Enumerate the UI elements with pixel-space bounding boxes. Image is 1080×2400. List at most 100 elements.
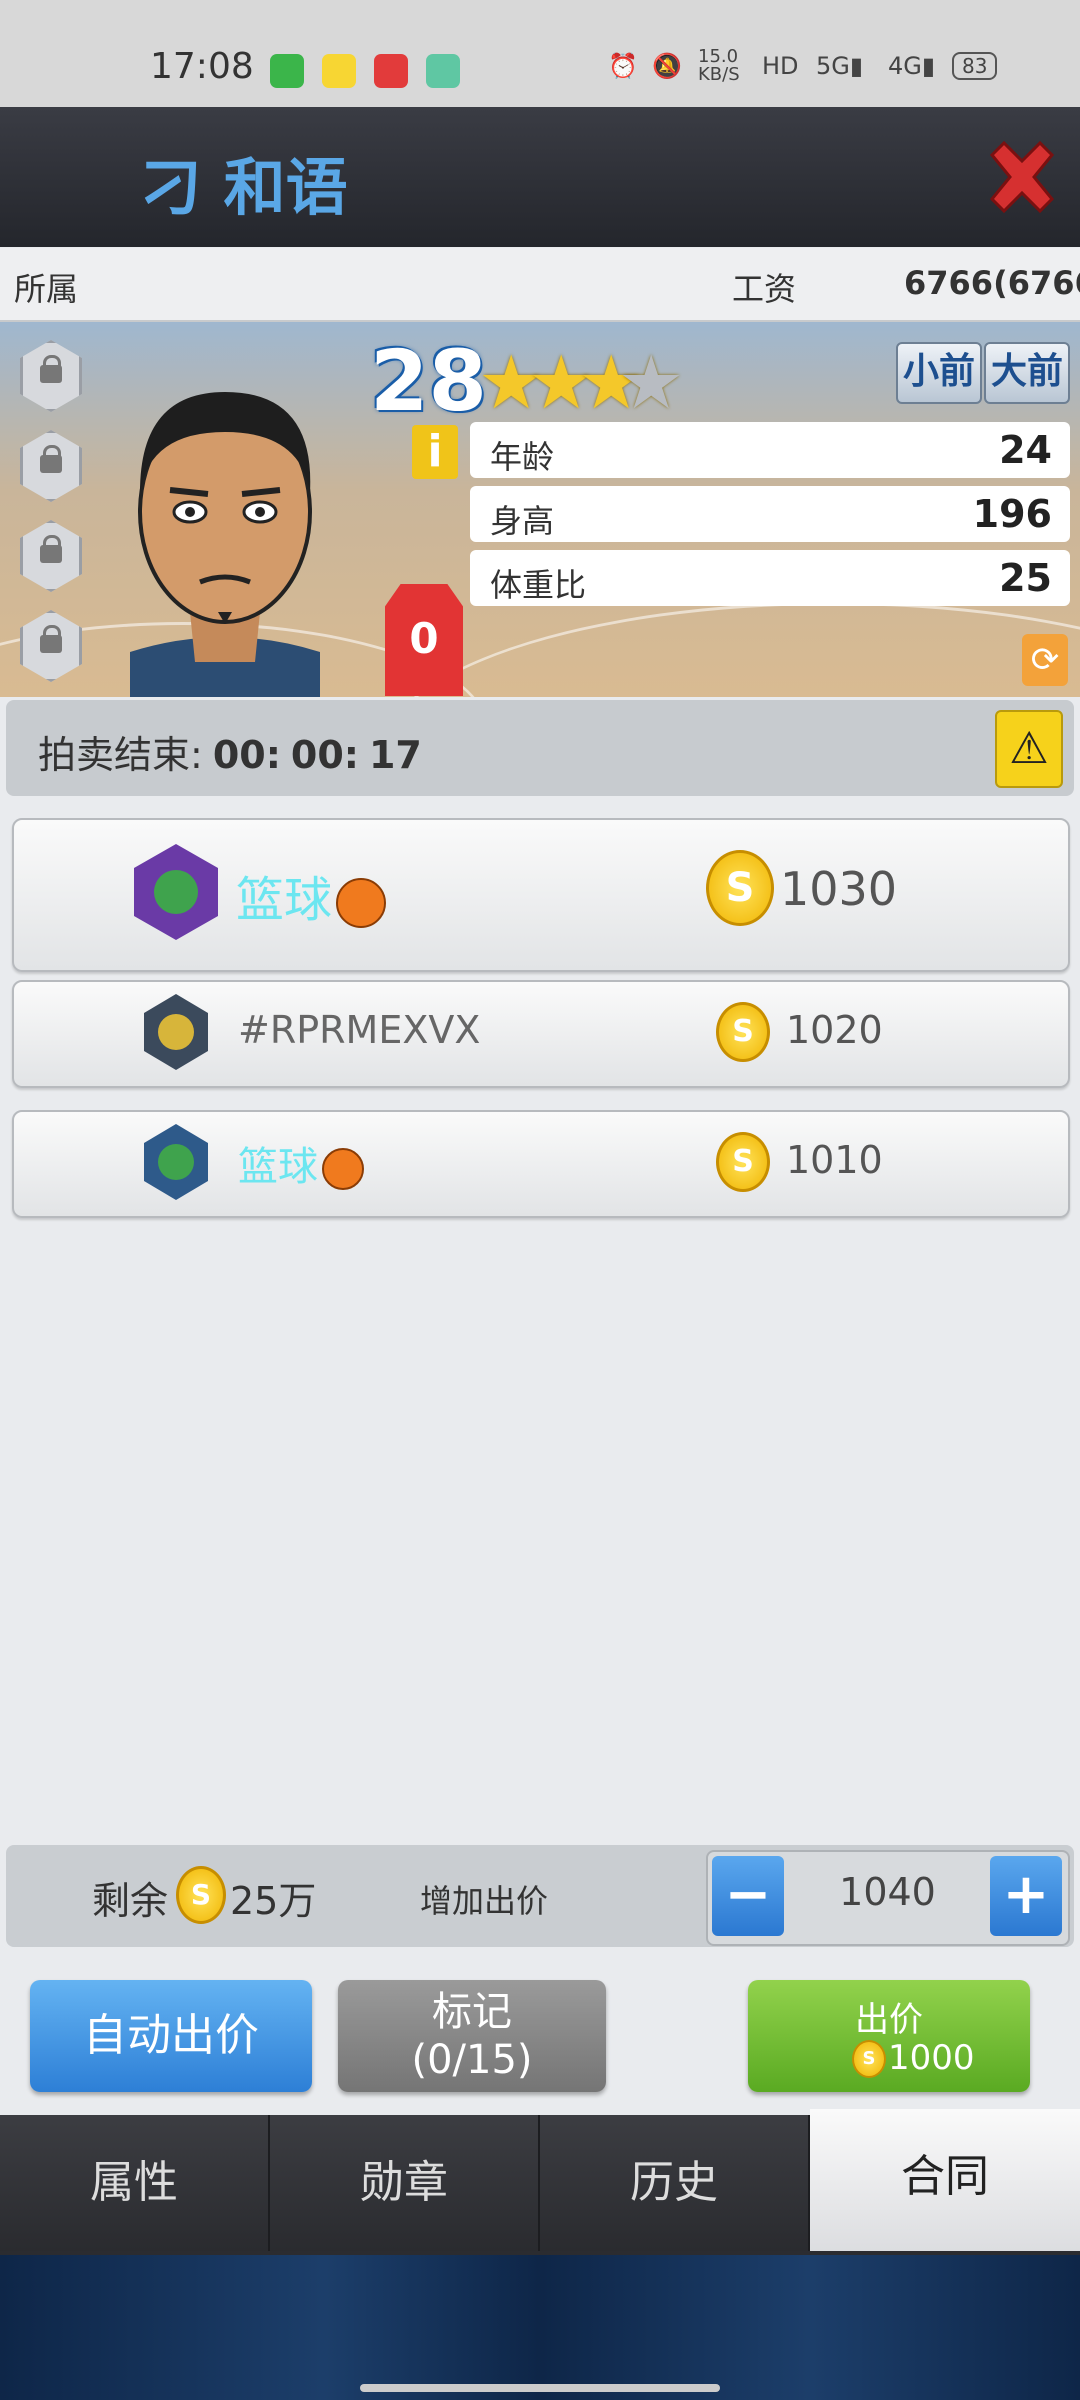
tab-attributes[interactable]: 属性 xyxy=(0,2115,270,2251)
info-row: 所属 工资 6766(6766) xyxy=(0,248,1080,322)
bid-row: 篮球 S 1010 xyxy=(12,1110,1070,1218)
netease-music-icon xyxy=(374,54,408,88)
player-card: 28 ★ ★ ★ ★ 小前 大前 i 年龄 24 身高 196 体重比 25 0… xyxy=(0,322,1080,697)
stat-height: 身高 196 xyxy=(470,486,1070,542)
jersey-number: 0 xyxy=(409,614,439,663)
bidder-name-text: 篮球 xyxy=(238,1144,318,1190)
tab-medals[interactable]: 勋章 xyxy=(270,2115,540,2251)
auction-hours: 00: xyxy=(212,733,281,777)
player-name: 刁 和语 xyxy=(140,151,348,224)
basketball-icon xyxy=(322,1148,364,1190)
lock-icon xyxy=(40,365,62,383)
coin-icon: S xyxy=(716,1132,770,1192)
hd-label: HD xyxy=(762,52,799,80)
4g-label: 4G xyxy=(888,52,922,80)
lock-icon xyxy=(40,455,62,473)
player-portrait xyxy=(130,392,320,697)
mark-label: 标记 xyxy=(432,1989,512,2035)
auction-seconds: 17 xyxy=(368,733,422,777)
team-badge-icon xyxy=(134,844,218,940)
stat-age: 年龄 24 xyxy=(470,422,1070,478)
bidder-name: #RPRMEXVX xyxy=(238,1008,481,1052)
tab-history[interactable]: 历史 xyxy=(540,2115,810,2251)
mark-button[interactable]: 标记 (0/15) xyxy=(338,1980,606,2092)
half-star-icon: ★ xyxy=(618,340,685,426)
close-icon[interactable] xyxy=(982,137,1062,217)
auction-end-text: 拍卖结束: 00: 00: 17 xyxy=(38,724,422,779)
net-speed: 15.0 KB/S xyxy=(698,46,740,85)
5g-label: 5G xyxy=(816,52,850,80)
bidder-name: 篮球 xyxy=(236,860,387,930)
status-time: 17:08 xyxy=(150,46,254,87)
stat-value: 25 xyxy=(999,556,1052,600)
auto-bid-button[interactable]: 自动出价 xyxy=(30,1980,312,2092)
tab-contract[interactable]: 合同 xyxy=(810,2109,1080,2251)
auction-timer-bar: 拍卖结束: 00: 00: 17 xyxy=(6,700,1074,796)
place-bid-label: 出价 xyxy=(855,2000,923,2040)
wechat-icon xyxy=(270,54,304,88)
auction-end-label: 拍卖结束: xyxy=(38,733,203,777)
remaining-label: 剩余 xyxy=(92,1879,169,1923)
lock-icon xyxy=(40,635,62,653)
affiliation-label: 所属 xyxy=(14,270,79,308)
mark-count: (0/15) xyxy=(411,2037,533,2083)
position-small-forward[interactable]: 小前 xyxy=(896,342,982,404)
stat-label: 体重比 xyxy=(490,566,587,604)
tab-bar: 属性 勋章 历史 合同 xyxy=(0,2109,1080,2255)
alarm-icon: ⏰ xyxy=(608,52,638,80)
app-icon xyxy=(426,54,460,88)
position-power-forward[interactable]: 大前 xyxy=(984,342,1070,404)
home-indicator[interactable] xyxy=(360,2384,720,2392)
decrease-bid-button[interactable]: − xyxy=(712,1856,784,1936)
lion-face-icon xyxy=(158,1014,194,1050)
team-badge-icon xyxy=(144,1124,208,1200)
4g-signal-icon: 4G▮ xyxy=(888,52,936,80)
title-bar: 刁 和语 xyxy=(0,107,1080,247)
footer-navigation-strip xyxy=(0,2255,1080,2400)
player-rating: 28 xyxy=(370,332,487,430)
lion-face-icon xyxy=(154,870,198,914)
basketball-icon xyxy=(336,878,387,928)
coin-icon: S xyxy=(852,2040,886,2078)
auction-minutes: 00: xyxy=(290,733,359,777)
coin-icon: S xyxy=(176,1866,226,1924)
lock-slot-1[interactable] xyxy=(20,340,82,412)
kuaikan-icon xyxy=(322,54,356,88)
stat-value: 196 xyxy=(972,492,1052,536)
bid-row: 篮球 S 1030 xyxy=(12,818,1070,972)
salary-value: 6766(6766) xyxy=(904,264,1080,302)
mute-icon: 🔕 xyxy=(652,52,682,80)
5g-signal-icon: 5G▮ xyxy=(816,52,864,80)
bidder-name-text: 篮球 xyxy=(236,872,333,928)
stat-label: 身高 xyxy=(490,502,555,540)
bid-amount: 1030 xyxy=(780,862,898,916)
stat-value: 24 xyxy=(999,428,1052,472)
lion-face-icon xyxy=(158,1144,194,1180)
stat-label: 年龄 xyxy=(490,438,555,476)
jersey-icon: 0 xyxy=(385,584,463,696)
bidder-name: 篮球 xyxy=(238,1134,364,1192)
refresh-icon[interactable]: ⟳ xyxy=(1022,634,1068,686)
team-badge-icon xyxy=(144,994,208,1070)
stepper-value: 1040 xyxy=(839,1870,936,1914)
coin-icon: S xyxy=(716,1002,770,1062)
stat-weight-ratio: 体重比 25 xyxy=(470,550,1070,606)
lock-slot-3[interactable] xyxy=(20,520,82,592)
increase-bid-button[interactable]: + xyxy=(990,1856,1062,1936)
lock-icon xyxy=(40,545,62,563)
coin-icon: S xyxy=(706,850,774,926)
battery-icon: 83 xyxy=(952,52,998,80)
remaining-value: 25万 xyxy=(230,1879,317,1923)
bid-amount: 1020 xyxy=(786,1008,883,1052)
info-icon[interactable]: i xyxy=(412,425,458,479)
status-bar: 17:08 ⏰ 🔕 15.0 KB/S HD 5G▮ 4G▮ 83 xyxy=(0,0,1080,107)
court-line xyxy=(380,602,1080,697)
salary-label: 工资 xyxy=(732,270,797,308)
bid-amount: 1010 xyxy=(786,1138,883,1182)
lock-slot-2[interactable] xyxy=(20,430,82,502)
place-bid-button[interactable]: 出价 S 1000 xyxy=(748,1980,1030,2092)
place-bid-amount: 1000 xyxy=(888,2038,975,2078)
warning-icon[interactable]: ⚠ xyxy=(995,710,1063,788)
increase-bid-label: 增加出价 xyxy=(420,1882,549,1920)
bid-row: #RPRMEXVX S 1020 xyxy=(12,980,1070,1088)
